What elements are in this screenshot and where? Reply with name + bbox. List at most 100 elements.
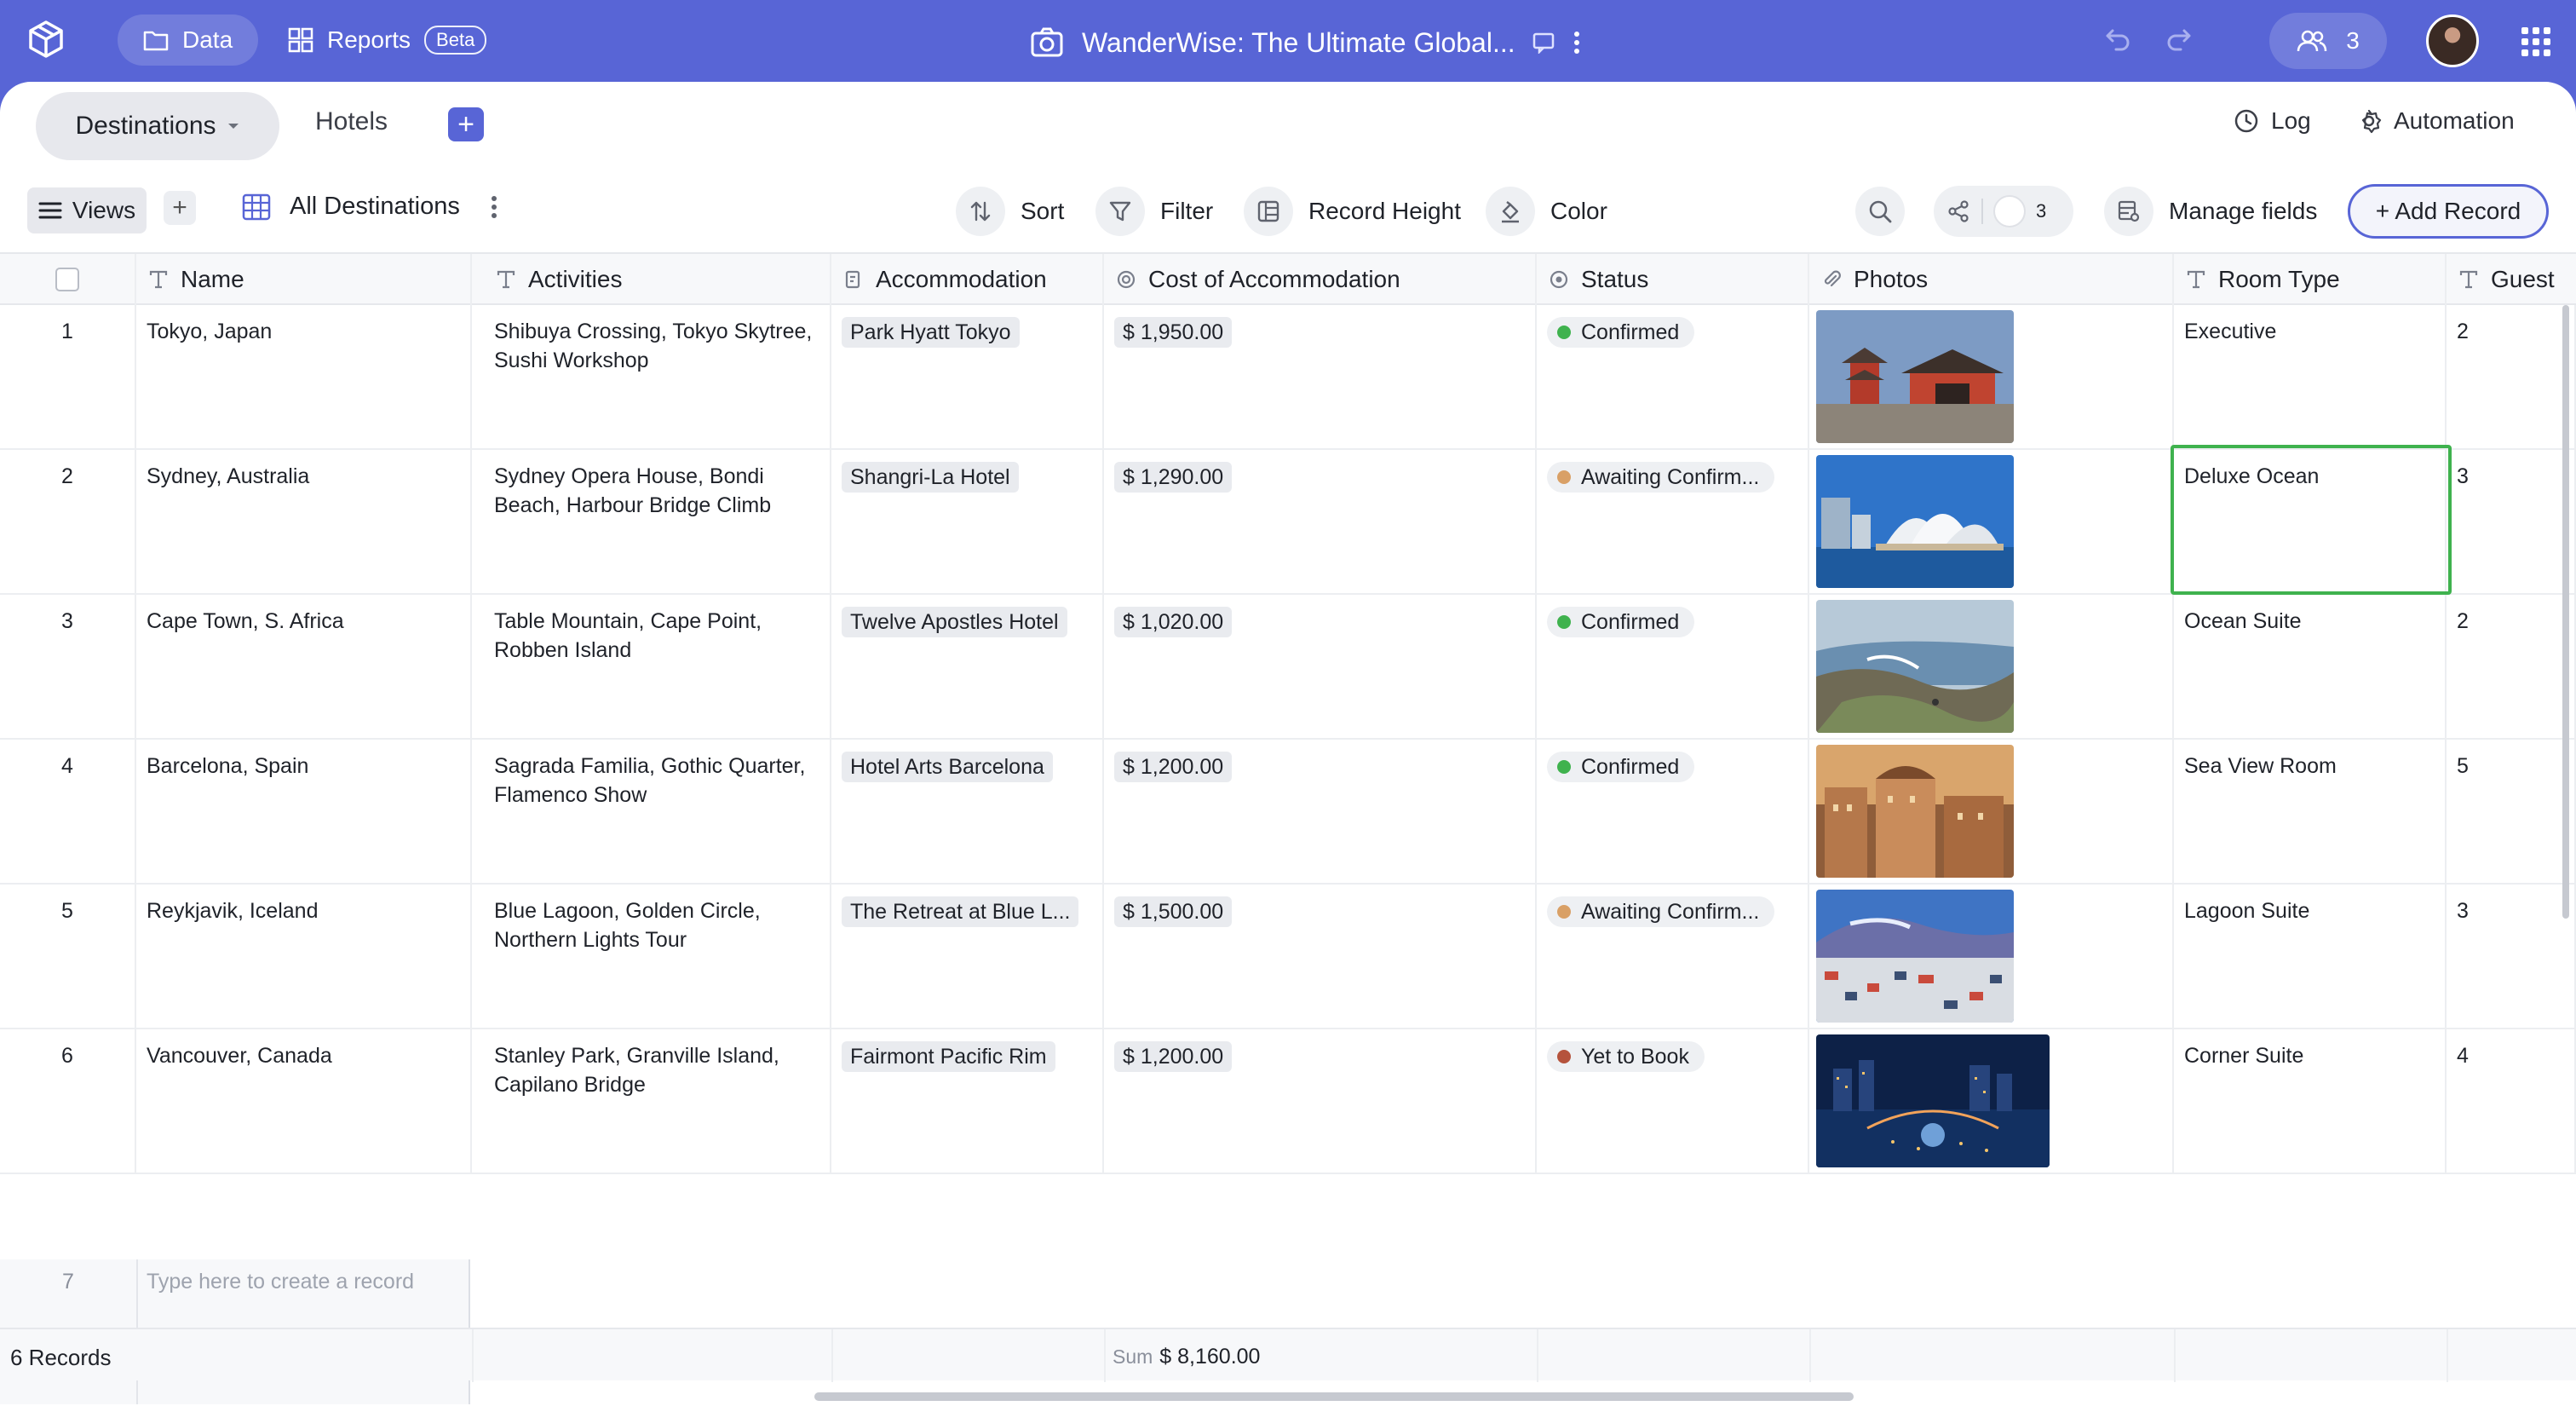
room-type-cell[interactable]: Deluxe Ocean	[2174, 450, 2447, 595]
cost-cell[interactable]: $ 1,200.00	[1104, 1029, 1537, 1174]
cost-cell[interactable]: $ 1,500.00	[1104, 885, 1537, 1029]
undo-icon[interactable]	[2104, 24, 2131, 51]
status-cell[interactable]: Confirmed	[1537, 740, 1809, 885]
name-cell[interactable]: Vancouver, Canada	[136, 1029, 472, 1174]
row-number-cell[interactable]: 2	[0, 450, 136, 595]
nav-data[interactable]: Data	[118, 14, 259, 66]
column-header-accommodation[interactable]: Accommodation	[831, 254, 1104, 305]
add-record-button[interactable]: + Add Record	[2348, 184, 2549, 239]
accommodation-cell[interactable]: The Retreat at Blue L...	[831, 885, 1104, 1029]
photos-cell[interactable]	[1809, 305, 2174, 450]
guests-cell[interactable]: 4	[2447, 1029, 2576, 1174]
table-row[interactable]: 3 Cape Town, S. Africa Table Mountain, Cap…	[0, 595, 2576, 740]
add-view-button[interactable]: +	[164, 191, 196, 225]
guests-cell[interactable]: 3	[2447, 450, 2576, 595]
more-options-icon[interactable]	[1573, 30, 1580, 55]
new-record-placeholder[interactable]: Type here to create a record	[147, 1270, 414, 1294]
accommodation-cell[interactable]: Park Hyatt Tokyo	[831, 305, 1104, 450]
name-cell[interactable]: Cape Town, S. Africa	[136, 595, 472, 740]
apps-grid-icon[interactable]	[2521, 27, 2550, 56]
status-cell[interactable]: Awaiting Confirm...	[1537, 450, 1809, 595]
room-type-cell[interactable]: Sea View Room	[2174, 740, 2447, 885]
app-logo-icon[interactable]	[26, 19, 66, 60]
vancouver-night-photo[interactable]	[1816, 1034, 2050, 1167]
row-number-cell[interactable]: 4	[0, 740, 136, 885]
table-row[interactable]: 5 Reykjavik, Iceland Blue Lagoon, Golden C…	[0, 885, 2576, 1029]
current-view[interactable]: All Destinations	[242, 193, 497, 221]
caret-down-icon[interactable]	[227, 122, 240, 130]
row-number-cell[interactable]: 3	[0, 595, 136, 740]
tab-destinations[interactable]: Destinations	[36, 92, 279, 160]
cape-point-coast-photo[interactable]	[1816, 600, 2014, 733]
column-header-cost[interactable]: Cost of Accommodation	[1104, 254, 1537, 305]
row-number-cell[interactable]: 5	[0, 885, 136, 1029]
tab-hotels[interactable]: Hotels	[315, 107, 388, 136]
name-cell[interactable]: Barcelona, Spain	[136, 740, 472, 885]
guests-cell[interactable]: 2	[2447, 595, 2576, 740]
guests-cell[interactable]: 5	[2447, 740, 2576, 885]
row-number-cell[interactable]: 6	[0, 1029, 136, 1174]
activities-cell[interactable]: Sydney Opera House, Bondi Beach, Harbour…	[484, 450, 831, 595]
views-toggle-button[interactable]: Views	[27, 187, 147, 233]
automation-button[interactable]: Automation	[2356, 107, 2515, 135]
status-cell[interactable]: Confirmed	[1537, 595, 1809, 740]
cost-cell[interactable]: $ 1,290.00	[1104, 450, 1537, 595]
photos-cell[interactable]	[1809, 450, 2174, 595]
cost-cell[interactable]: $ 1,200.00	[1104, 740, 1537, 885]
photos-cell[interactable]	[1809, 885, 2174, 1029]
sydney-opera-house-photo[interactable]	[1816, 455, 2014, 588]
column-header-activities[interactable]: Activities	[484, 254, 831, 305]
manage-fields-button[interactable]: Manage fields	[2104, 186, 2317, 237]
share-button[interactable]: 3	[1934, 186, 2073, 237]
accommodation-cell[interactable]: Twelve Apostles Hotel	[831, 595, 1104, 740]
photos-cell[interactable]	[1809, 1029, 2174, 1174]
activities-cell[interactable]: Stanley Park, Granville Island, Capilano…	[484, 1029, 831, 1174]
view-more-icon[interactable]	[491, 194, 497, 220]
cost-sum[interactable]: Sum $ 8,160.00	[1113, 1345, 1260, 1369]
horizontal-scrollbar[interactable]	[814, 1392, 1854, 1401]
select-all-checkbox[interactable]	[55, 268, 79, 291]
log-button[interactable]: Log	[2234, 107, 2311, 135]
status-cell[interactable]: Awaiting Confirm...	[1537, 885, 1809, 1029]
tokyo-temple-photo[interactable]	[1816, 310, 2014, 443]
sort-button[interactable]: Sort	[956, 186, 1064, 237]
search-button[interactable]	[1855, 186, 1905, 237]
photos-cell[interactable]	[1809, 740, 2174, 885]
status-cell[interactable]: Confirmed	[1537, 305, 1809, 450]
barcelona-city-photo[interactable]	[1816, 745, 2014, 878]
column-header-photos[interactable]: Photos	[1809, 254, 2174, 305]
accommodation-cell[interactable]: Fairmont Pacific Rim	[831, 1029, 1104, 1174]
nav-reports[interactable]: Reports Beta	[288, 14, 487, 66]
activities-cell[interactable]: Blue Lagoon, Golden Circle, Northern Lig…	[484, 885, 831, 1029]
column-header-name[interactable]: Name	[136, 254, 472, 305]
activities-cell[interactable]: Table Mountain, Cape Point, Robben Islan…	[484, 595, 831, 740]
table-row[interactable]: 1 Tokyo, Japan Shibuya Crossing, Tokyo Sky…	[0, 305, 2576, 450]
collaborators-button[interactable]: 3	[2269, 13, 2387, 69]
description-icon[interactable]	[1532, 32, 1556, 54]
status-cell[interactable]: Yet to Book	[1537, 1029, 1809, 1174]
record-height-button[interactable]: Record Height	[1244, 186, 1461, 237]
color-button[interactable]: Color	[1486, 186, 1607, 237]
camera-icon[interactable]	[1029, 25, 1065, 61]
redo-icon[interactable]	[2165, 24, 2193, 51]
photos-cell[interactable]	[1809, 595, 2174, 740]
filter-button[interactable]: Filter	[1095, 186, 1213, 237]
table-row[interactable]: 6 Vancouver, Canada Stanley Park, Granvill…	[0, 1029, 2576, 1174]
cost-cell[interactable]: $ 1,950.00	[1104, 305, 1537, 450]
name-cell[interactable]: Tokyo, Japan	[136, 305, 472, 450]
activities-cell[interactable]: Sagrada Familia, Gothic Quarter, Flamenc…	[484, 740, 831, 885]
add-table-button[interactable]: +	[448, 107, 484, 141]
room-type-cell[interactable]: Executive	[2174, 305, 2447, 450]
vertical-scrollbar[interactable]	[2562, 305, 2569, 919]
name-cell[interactable]: Reykjavik, Iceland	[136, 885, 472, 1029]
room-type-cell[interactable]: Lagoon Suite	[2174, 885, 2447, 1029]
workspace-title-text[interactable]: WanderWise: The Ultimate Global...	[1082, 27, 1515, 59]
accommodation-cell[interactable]: Hotel Arts Barcelona	[831, 740, 1104, 885]
column-header-guests[interactable]: Guest	[2447, 254, 2576, 305]
activities-cell[interactable]: Shibuya Crossing, Tokyo Skytree, Sushi W…	[484, 305, 831, 450]
row-number-cell[interactable]: 1	[0, 305, 136, 450]
table-row[interactable]: 4 Barcelona, Spain Sagrada Familia, Gothic…	[0, 740, 2576, 885]
reykjavik-town-photo[interactable]	[1816, 890, 2014, 1023]
table-row[interactable]: 2 Sydney, Australia Sydney Opera House, Bo…	[0, 450, 2576, 595]
guests-cell[interactable]: 3	[2447, 885, 2576, 1029]
